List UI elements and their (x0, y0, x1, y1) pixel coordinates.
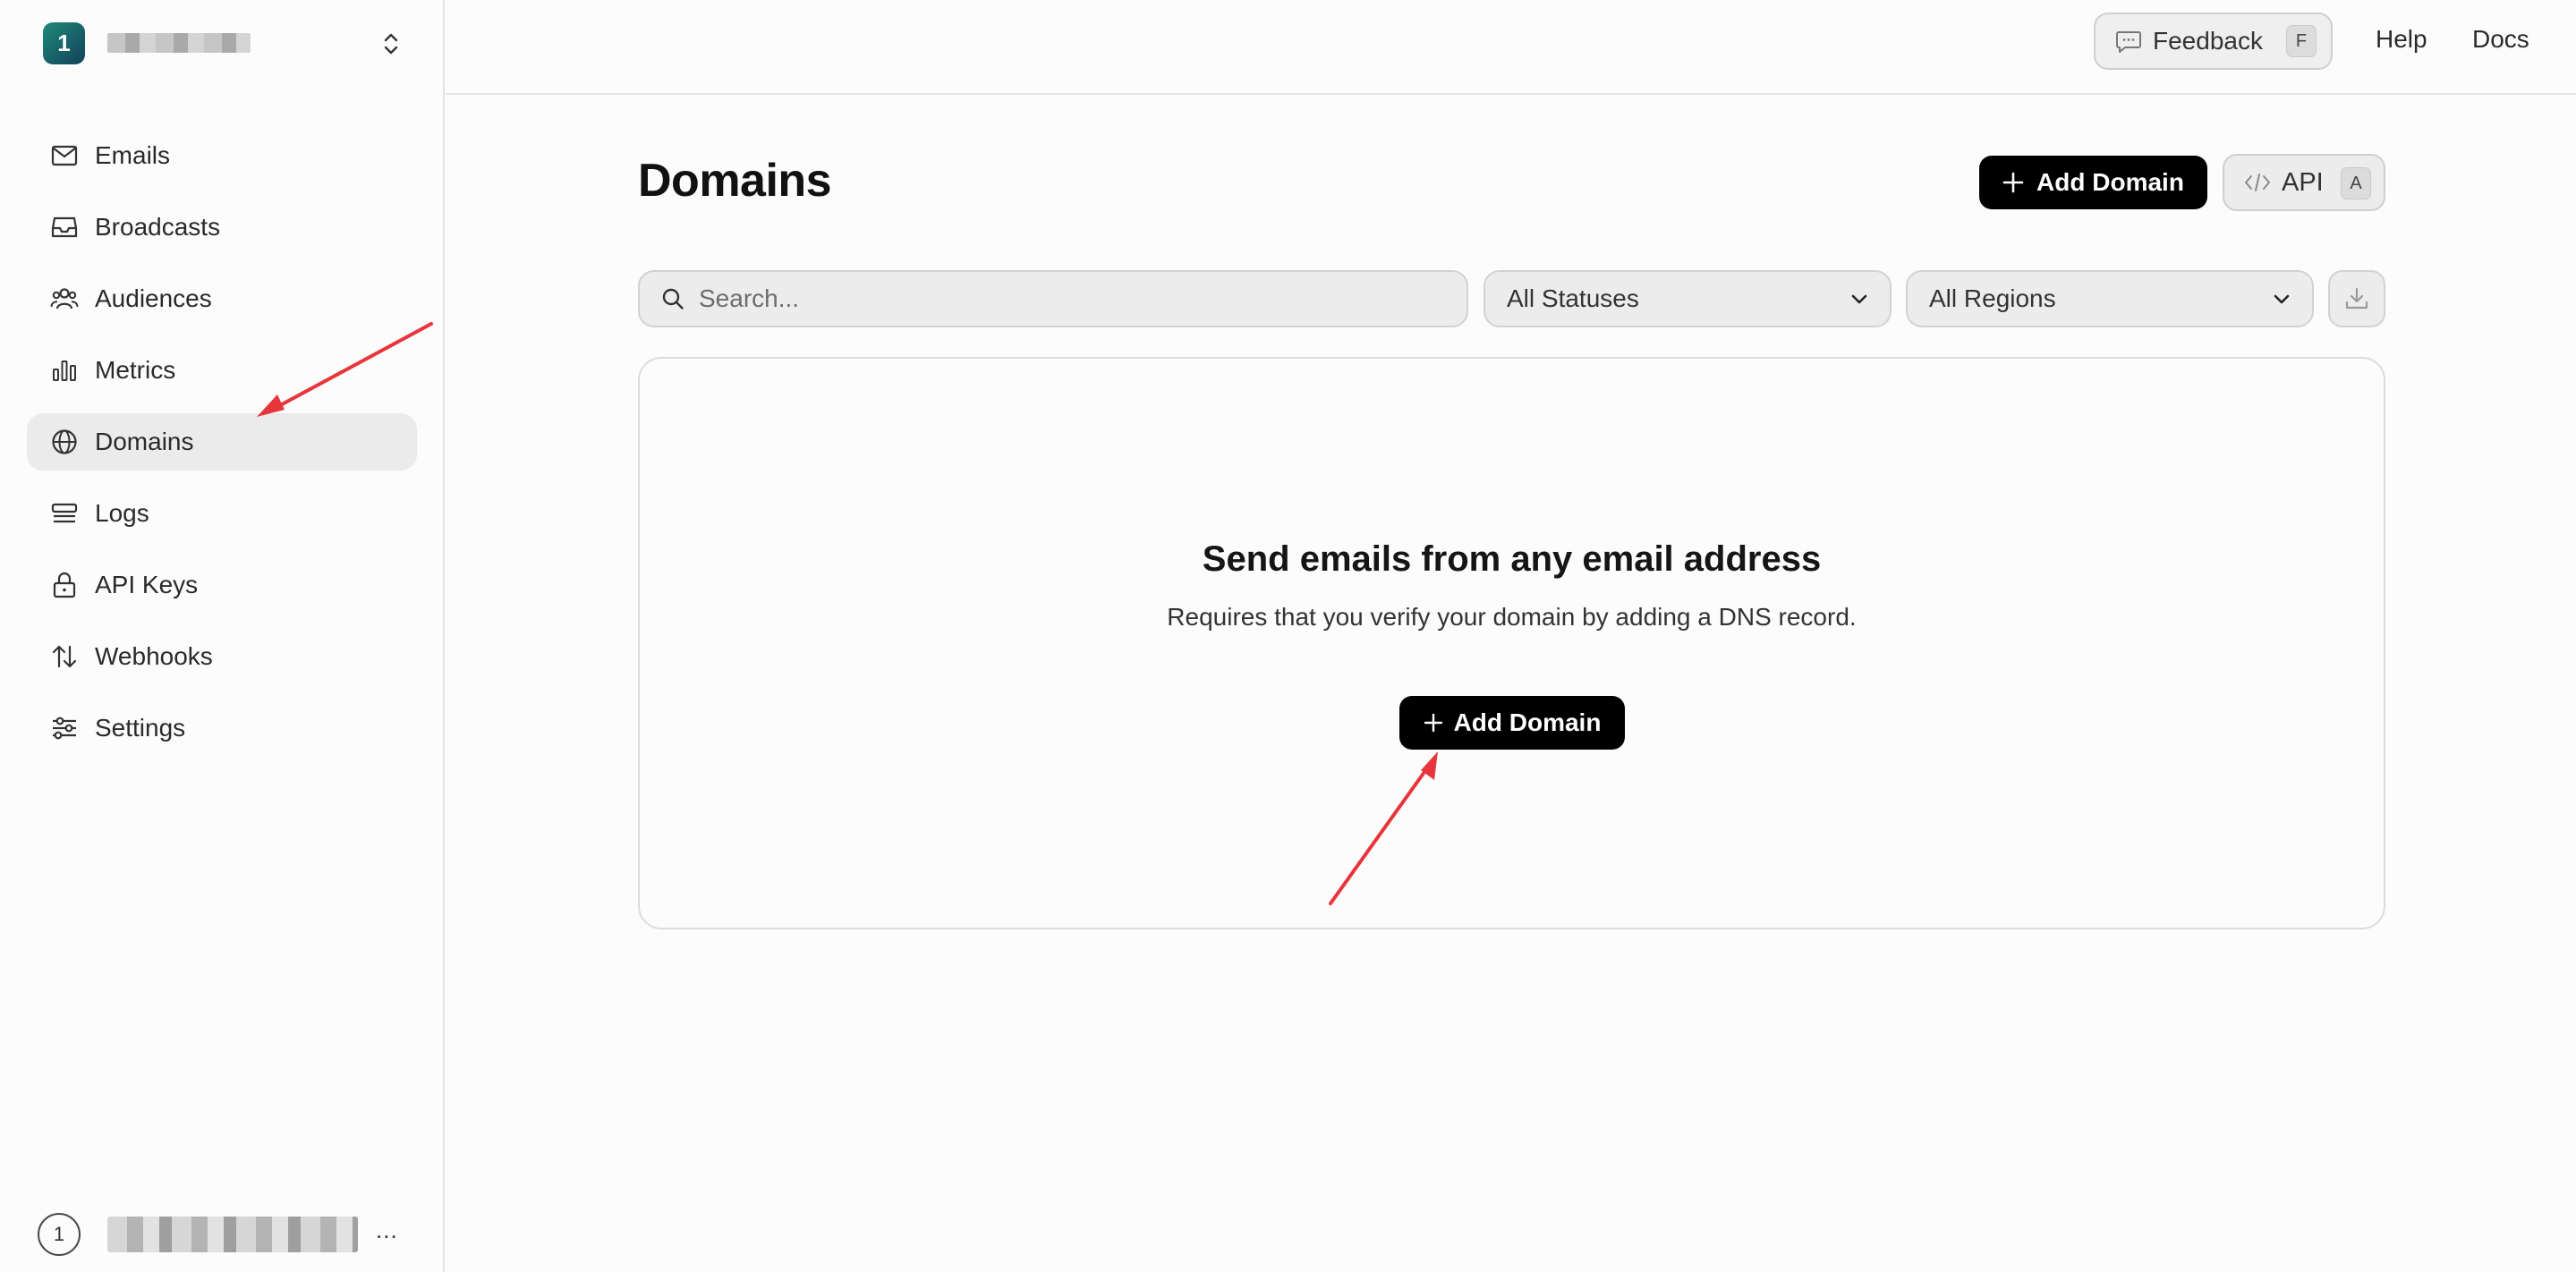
search-icon (662, 288, 684, 310)
sidebar-item-label: Domains (95, 428, 194, 455)
globe-icon (50, 428, 79, 456)
add-domain-label: Add Domain (2036, 168, 2184, 196)
status-filter-select[interactable]: All Statuses (1484, 270, 1892, 327)
inbox-icon (50, 213, 79, 242)
chevron-down-icon (2274, 294, 2290, 304)
api-shortcut-key: A (2341, 167, 2371, 199)
sidebar-item-webhooks[interactable]: Webhooks (27, 628, 417, 685)
sidebar-item-label: Audiences (95, 284, 212, 312)
sidebar-item-label: Broadcasts (95, 213, 221, 241)
sidebar-nav: Emails Broadcasts Audiences Metrics Doma… (27, 127, 417, 771)
top-bar: Feedback F Help Docs (446, 0, 2576, 95)
sidebar-item-emails[interactable]: Emails (27, 127, 417, 184)
docs-link[interactable]: Docs (2472, 25, 2529, 54)
sidebar-item-metrics[interactable]: Metrics (27, 342, 417, 399)
avatar: 1 (38, 1213, 81, 1256)
empty-state-title: Send emails from any email address (1202, 539, 1822, 579)
chevrons-up-down-icon (384, 33, 398, 55)
sidebar-item-settings[interactable]: Settings (27, 700, 417, 757)
sidebar-item-label: Logs (95, 499, 149, 527)
sidebar: 1 Emails Broadcasts Audiences Metrics Do… (0, 0, 445, 1272)
sliders-icon (50, 714, 79, 742)
mail-icon (50, 141, 79, 170)
plus-icon (2002, 172, 2024, 193)
sidebar-item-domains[interactable]: Domains (27, 413, 417, 471)
region-filter-value: All Regions (1929, 284, 2056, 312)
help-link[interactable]: Help (2376, 25, 2427, 54)
api-button[interactable]: API A (2223, 154, 2385, 211)
sidebar-item-label: Emails (95, 141, 171, 169)
chevron-down-icon (1851, 294, 1867, 304)
empty-state-card: Send emails from any email address Requi… (638, 357, 2385, 929)
add-domain-button[interactable]: Add Domain (1979, 156, 2207, 209)
user-menu[interactable]: 1 ... (38, 1213, 413, 1258)
feedback-shortcut-key: F (2286, 25, 2317, 57)
sidebar-item-label: Metrics (95, 356, 176, 384)
logs-icon (50, 499, 79, 528)
team-switcher[interactable]: 1 (27, 22, 412, 65)
region-filter-select[interactable]: All Regions (1906, 270, 2314, 327)
empty-state-subtitle: Requires that you verify your domain by … (1167, 603, 1857, 631)
search-box[interactable] (638, 270, 1468, 327)
message-icon (2116, 31, 2141, 53)
plus-icon (1424, 713, 1442, 733)
export-button[interactable] (2328, 270, 2385, 327)
add-domain-empty-button[interactable]: Add Domain (1399, 696, 1625, 750)
more-options-icon[interactable]: ... (376, 1217, 398, 1244)
feedback-button[interactable]: Feedback F (2094, 13, 2333, 70)
feedback-label: Feedback (2153, 27, 2263, 55)
search-input[interactable] (699, 284, 1433, 313)
app-root: 1 Emails Broadcasts Audiences Metrics Do… (0, 0, 2576, 1272)
user-email-redacted (107, 1217, 358, 1252)
sidebar-item-label: API Keys (95, 571, 199, 598)
team-name-redacted (107, 33, 251, 53)
sidebar-item-broadcasts[interactable]: Broadcasts (27, 199, 417, 256)
team-badge: 1 (43, 22, 85, 64)
bar-chart-icon (50, 356, 79, 385)
api-label: API (2282, 167, 2324, 197)
arrows-up-down-icon (50, 642, 79, 671)
sidebar-item-api-keys[interactable]: API Keys (27, 556, 417, 614)
sidebar-item-label: Settings (95, 714, 186, 742)
status-filter-value: All Statuses (1507, 284, 1639, 312)
sidebar-item-logs[interactable]: Logs (27, 485, 417, 542)
add-domain-empty-label: Add Domain (1453, 708, 1602, 736)
users-icon (50, 284, 79, 313)
sidebar-item-audiences[interactable]: Audiences (27, 270, 417, 327)
sidebar-item-label: Webhooks (95, 642, 213, 670)
download-icon (2345, 287, 2368, 310)
lock-icon (50, 571, 79, 599)
code-icon (2245, 174, 2270, 191)
page-title: Domains (638, 155, 832, 207)
